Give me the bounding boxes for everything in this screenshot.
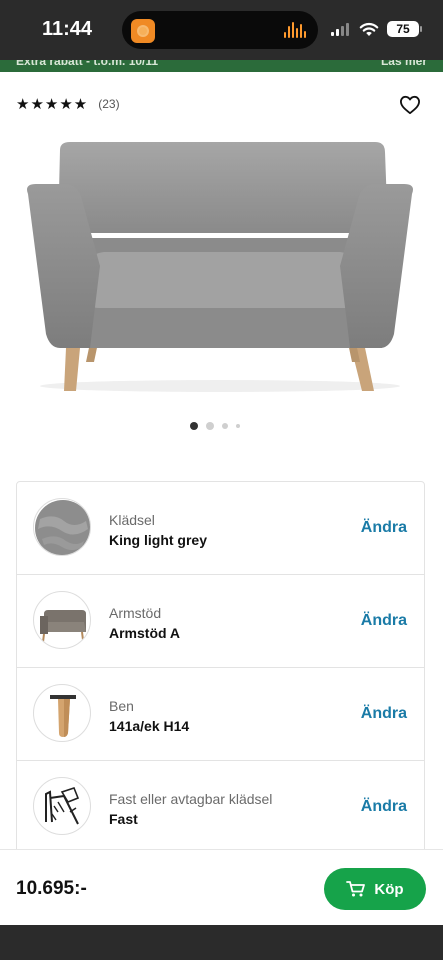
status-bar: 11:44 75	[0, 0, 443, 60]
option-row-legs[interactable]: Ben 141a/ek H14 Ändra	[17, 668, 424, 761]
promo-text: Extra rabatt - t.o.m. 10/11	[16, 60, 159, 68]
buy-button[interactable]: Köp	[324, 868, 426, 910]
buy-button-label: Köp	[374, 880, 404, 898]
change-upholstery-type-link[interactable]: Ändra	[361, 798, 407, 816]
option-value: King light grey	[109, 532, 207, 548]
option-row-upholstery-type[interactable]: Fast eller avtagbar klädsel Fast Ändra	[17, 761, 424, 852]
product-image-sofa[interactable]	[20, 138, 420, 398]
total-price: 10.695:-	[16, 878, 87, 899]
wooden-leg-icon	[33, 684, 91, 742]
gallery-dot[interactable]	[236, 424, 240, 428]
change-armrest-link[interactable]: Ändra	[361, 612, 407, 630]
option-value: Fast	[109, 811, 138, 827]
rating-count: (23)	[98, 97, 120, 111]
gallery-pagination[interactable]	[190, 422, 240, 430]
fabric-swatch-icon	[33, 498, 91, 556]
cellular-signal-icon	[331, 22, 351, 36]
battery-icon: 75	[387, 21, 422, 37]
product-rating[interactable]: ★★★★★ (23)	[16, 95, 120, 113]
cart-icon	[346, 881, 366, 897]
gallery-dot-active[interactable]	[190, 422, 198, 430]
option-value: Armstöd A	[109, 625, 181, 641]
home-indicator-area	[0, 925, 443, 960]
option-row-armrest[interactable]: Armstöd Armstöd A Ändra	[17, 575, 424, 668]
option-row-upholstery[interactable]: Klädsel King light grey Ändra	[17, 482, 424, 575]
audio-wave-icon	[284, 22, 306, 38]
promo-read-more-link[interactable]: Läs mer	[381, 60, 427, 68]
dynamic-island	[122, 11, 318, 49]
option-value: 141a/ek H14	[109, 718, 190, 734]
rating-stars-icon: ★★★★★	[16, 96, 89, 113]
configuration-card: Klädsel King light grey Ändra Armstöd Ar…	[16, 481, 425, 853]
upholstery-type-icon	[33, 777, 91, 835]
armrest-sofa-icon	[33, 591, 91, 649]
promo-banner[interactable]: Extra rabatt - t.o.m. 10/11 Läs mer	[0, 60, 443, 72]
wifi-icon	[359, 22, 379, 36]
app-activity-icon	[131, 19, 155, 43]
gallery-dot[interactable]	[206, 422, 214, 430]
status-icons: 75	[331, 20, 422, 38]
option-label: Armstöd	[109, 605, 162, 621]
gallery-dot[interactable]	[222, 423, 228, 429]
option-label: Ben	[109, 698, 134, 714]
option-label: Fast eller avtagbar klädsel	[109, 791, 273, 807]
favorite-heart-icon[interactable]	[399, 95, 421, 115]
option-label: Klädsel	[109, 512, 155, 528]
change-upholstery-link[interactable]: Ändra	[361, 519, 407, 537]
change-legs-link[interactable]: Ändra	[361, 705, 407, 723]
purchase-bar: 10.695:- Köp	[0, 849, 443, 926]
status-time: 11:44	[42, 18, 93, 40]
